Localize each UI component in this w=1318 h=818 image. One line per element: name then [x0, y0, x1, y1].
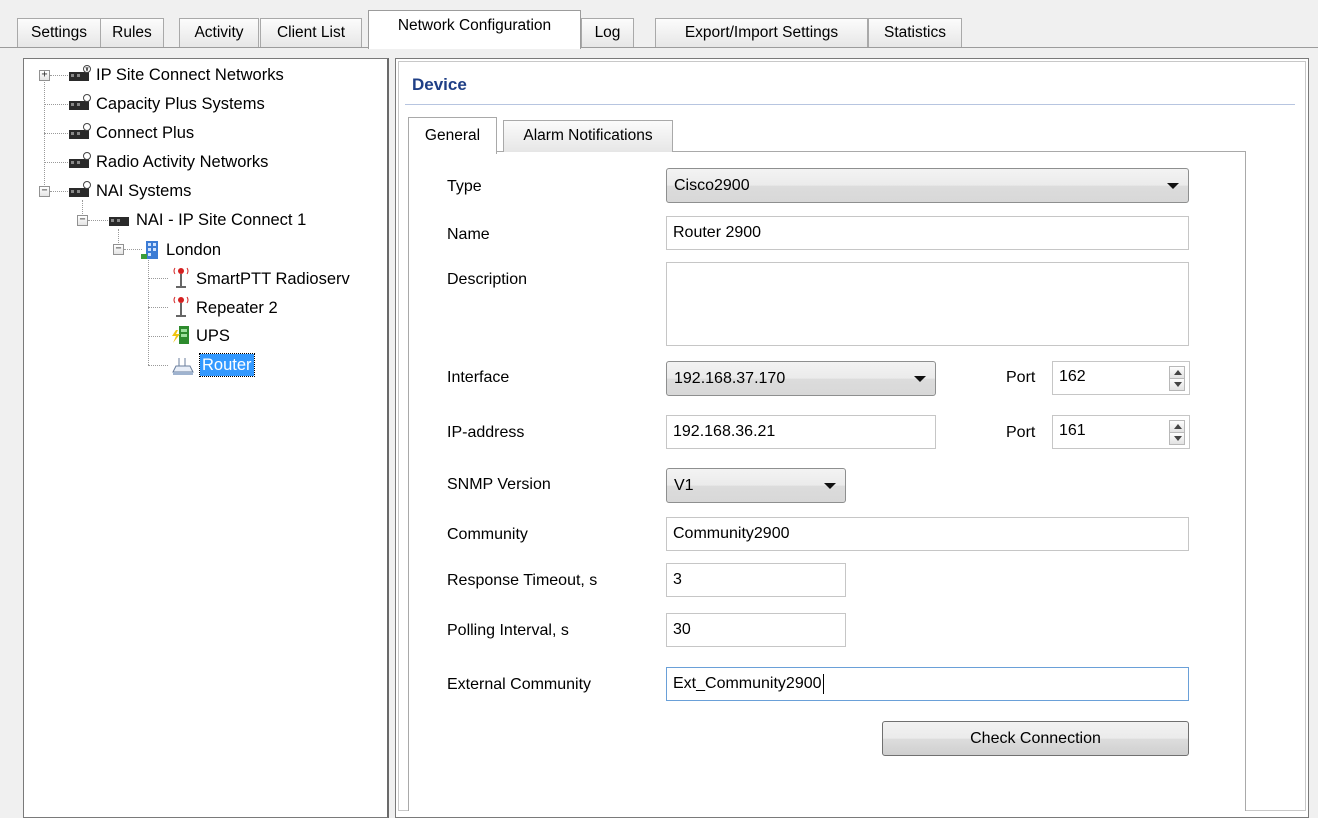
tree-connector: [44, 133, 70, 134]
spin-down-icon[interactable]: [1169, 378, 1185, 391]
tree-connector: [50, 75, 70, 76]
tree-item-label: SmartPTT Radioserv: [196, 270, 350, 288]
ip-port-label: Port: [1006, 424, 1036, 441]
interface-label: Interface: [447, 369, 510, 386]
response-timeout-label: Response Timeout, s: [447, 572, 598, 589]
type-select[interactable]: Cisco2900: [666, 168, 1189, 203]
network-icon: [69, 94, 91, 110]
description-field[interactable]: [666, 262, 1189, 346]
type-label: Type: [447, 178, 482, 195]
polling-interval-label: Polling Interval, s: [447, 622, 569, 639]
building-icon: [141, 241, 158, 259]
tab-activity[interactable]: Activity: [179, 18, 259, 48]
battery-icon: [172, 326, 189, 344]
network-icon: [69, 65, 91, 81]
snmp-version-label: SNMP Version: [447, 476, 551, 493]
tree-item-label: Radio Activity Networks: [96, 153, 269, 171]
name-label: Name: [447, 226, 490, 243]
network-icon: [69, 152, 91, 168]
router-icon: [172, 358, 194, 375]
chevron-down-icon: [914, 376, 926, 382]
tab-export-import-settings[interactable]: Export/Import Settings: [655, 18, 868, 48]
external-community-field[interactable]: Ext_Community2900: [666, 667, 1189, 701]
interface-port-value: 162: [1059, 368, 1086, 385]
tree-connector: [148, 336, 168, 337]
radio-tower-icon: [173, 296, 189, 317]
ip-address-label: IP-address: [447, 424, 525, 441]
description-label: Description: [447, 271, 528, 288]
tab-client-list[interactable]: Client List: [260, 18, 362, 48]
collapse-icon[interactable]: −: [77, 215, 88, 226]
title-divider: [405, 104, 1295, 105]
snmp-version-value: V1: [674, 477, 694, 494]
name-field[interactable]: Router 2900: [666, 216, 1189, 250]
chevron-down-icon: [824, 483, 836, 489]
snmp-version-select[interactable]: V1: [666, 468, 846, 503]
radio-tower-icon: [173, 267, 189, 288]
network-tree[interactable]: + − − − IP Site Connect Networks Capacit…: [23, 58, 389, 818]
tab-rules[interactable]: Rules: [100, 18, 164, 48]
tree-connector: [148, 278, 168, 279]
type-value: Cisco2900: [674, 177, 750, 194]
subtab-alarm-notifications[interactable]: Alarm Notifications: [503, 120, 673, 152]
interface-port-stepper[interactable]: 162: [1052, 361, 1190, 395]
spin-down-icon[interactable]: [1169, 432, 1185, 445]
community-field[interactable]: Community2900: [666, 517, 1189, 551]
interface-port-label: Port: [1006, 369, 1036, 386]
main-tab-strip: Settings Rules Activity Client List Netw…: [0, 0, 1318, 49]
tab-divider: [0, 47, 1318, 48]
expand-icon[interactable]: +: [39, 70, 50, 81]
tree-item-label: IP Site Connect Networks: [96, 66, 284, 84]
response-timeout-field[interactable]: 3: [666, 563, 846, 597]
network-icon: [109, 217, 129, 226]
external-community-value: Ext_Community2900: [673, 675, 822, 692]
polling-interval-field[interactable]: 30: [666, 613, 846, 647]
tree-connector: [148, 307, 168, 308]
tree-item-label: Repeater 2: [196, 299, 278, 317]
tab-statistics[interactable]: Statistics: [868, 18, 962, 48]
ip-port-stepper[interactable]: 161: [1052, 415, 1190, 449]
collapse-icon[interactable]: −: [39, 186, 50, 197]
chevron-down-icon: [1167, 183, 1179, 189]
ip-port-value: 161: [1059, 422, 1086, 439]
tree-item-label: London: [166, 241, 222, 259]
network-icon: [69, 181, 91, 197]
tree-item-label: NAI - IP Site Connect 1: [136, 211, 307, 229]
tree-connector: [148, 257, 149, 365]
external-community-label: External Community: [447, 676, 592, 693]
tree-item-label: Capacity Plus Systems: [96, 95, 265, 113]
tree-connector: [50, 191, 70, 192]
device-title: Device: [412, 75, 467, 94]
tree-connector: [44, 104, 70, 105]
tree-item-label: NAI Systems: [96, 182, 192, 200]
interface-value: 192.168.37.170: [674, 370, 786, 387]
tab-network-configuration[interactable]: Network Configuration: [368, 10, 581, 49]
collapse-icon[interactable]: −: [113, 244, 124, 255]
tree-connector: [88, 220, 108, 221]
tree-item-label: UPS: [196, 327, 230, 345]
subtab-general[interactable]: General: [408, 117, 497, 154]
tree-item-label: Connect Plus: [96, 124, 195, 142]
text-caret: [822, 673, 824, 694]
tab-log[interactable]: Log: [581, 18, 634, 48]
tab-settings[interactable]: Settings: [17, 18, 101, 48]
interface-select[interactable]: 192.168.37.170: [666, 361, 936, 396]
tree-connector: [44, 162, 70, 163]
tree-connector: [148, 365, 168, 366]
community-label: Community: [447, 526, 528, 543]
check-connection-button[interactable]: Check Connection: [882, 721, 1189, 756]
ip-address-field[interactable]: 192.168.36.21: [666, 415, 936, 449]
tree-item-label: Router: [199, 353, 255, 377]
network-icon: [69, 123, 91, 139]
